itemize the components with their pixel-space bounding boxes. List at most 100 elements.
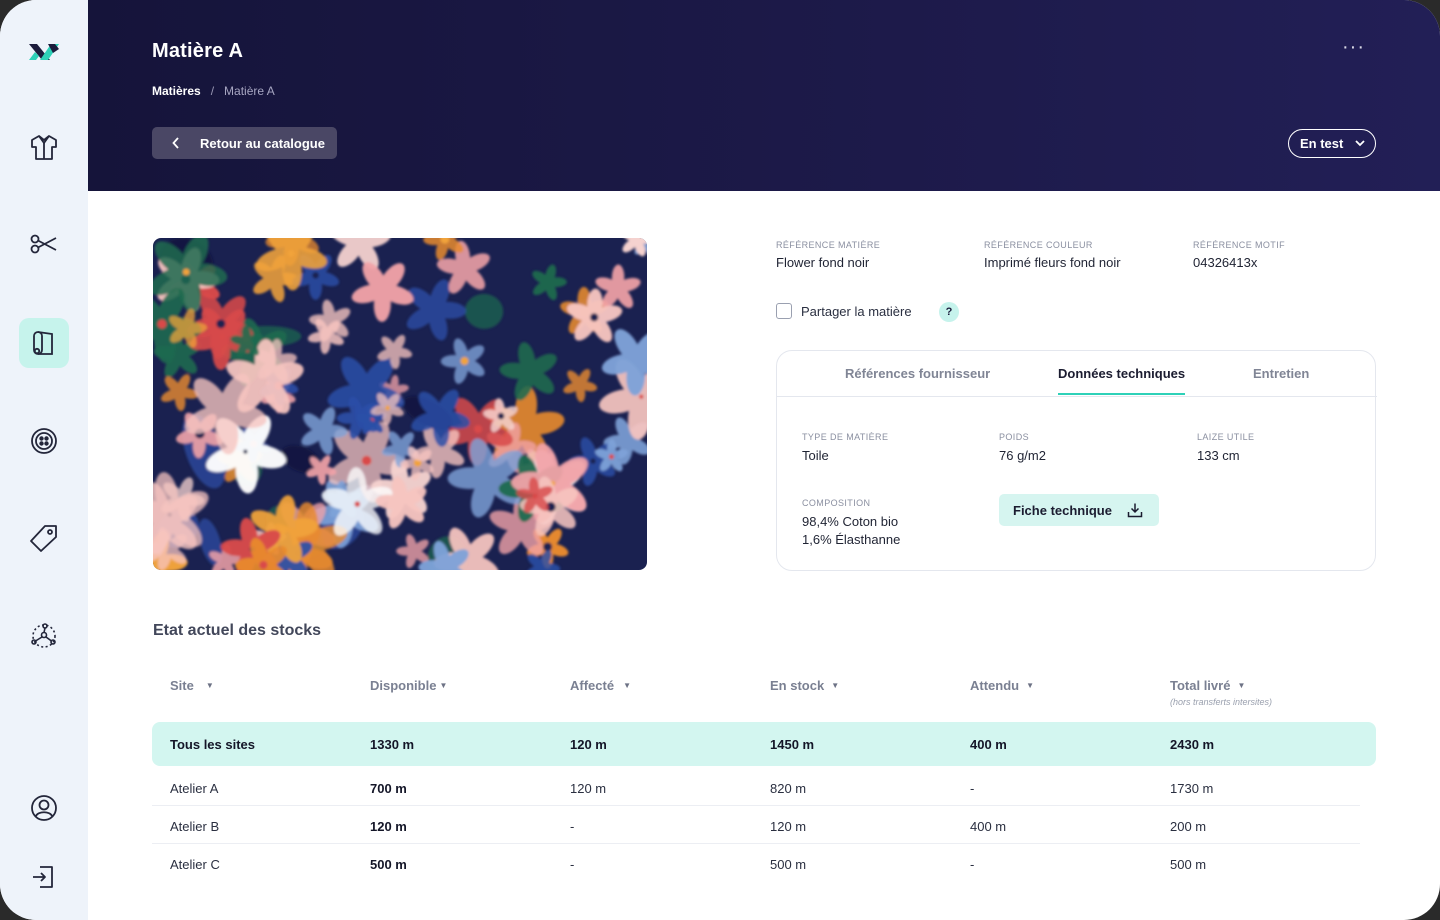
field-material-type-label: Type de matière <box>802 432 889 442</box>
cell-allocated: - <box>570 857 575 872</box>
ref-material: Référence matière Flower fond noir <box>776 240 880 270</box>
ref-color-label: Référence couleur <box>984 240 1093 250</box>
cell-site: Atelier C <box>170 857 220 872</box>
column-header-total-delivered[interactable]: Total livré ▼ <box>1170 678 1245 693</box>
more-options-icon[interactable]: ··· <box>1342 36 1365 59</box>
column-header-available[interactable]: Disponible ▼ <box>370 678 447 693</box>
cell-in-stock: 120 m <box>770 819 807 834</box>
breadcrumb-current: Matière A <box>224 84 275 98</box>
chevron-down-icon <box>1355 140 1365 147</box>
sidebar-item-logout[interactable] <box>19 852 69 902</box>
column-header-expected[interactable]: Attendu ▼ <box>970 678 1034 693</box>
field-weight-label: Poids <box>999 432 1030 442</box>
column-header-label: Affecté <box>570 678 615 693</box>
column-header-label: En stock <box>770 678 825 693</box>
field-material-type: Type de matière Toile <box>802 432 888 465</box>
field-material-type-value: Toile <box>802 448 829 463</box>
sidebar-item-garments[interactable] <box>19 122 69 172</box>
field-usable-width: Laize utile 133 cm <box>1197 432 1254 465</box>
chevron-left-icon <box>172 137 179 149</box>
floral-pattern-image <box>153 238 647 570</box>
breadcrumb-root[interactable]: Matières <box>152 84 201 98</box>
cell-total-delivered: 500 m <box>1170 857 1207 872</box>
page-title: Matière A <box>152 40 244 62</box>
field-weight: Poids 76 g/m2 <box>999 432 1046 465</box>
column-header-label: Disponible <box>370 678 437 693</box>
tag-icon <box>30 525 57 552</box>
cell-allocated: 120 m <box>570 781 607 796</box>
stocks-section-title: Etat actuel des stocks <box>153 622 322 639</box>
scissors-icon <box>30 234 57 254</box>
cell-site: Tous les sites <box>170 737 256 752</box>
cell-total-delivered: 1730 m <box>1170 781 1214 796</box>
share-label: Partager la matière <box>801 303 912 319</box>
cell-total-delivered: 2430 m <box>1170 737 1215 752</box>
share-checkbox[interactable] <box>776 303 792 319</box>
field-composition-value: 98,4% Coton bio 1,6% Élasthanne <box>802 513 900 549</box>
tab-care[interactable]: Entretien <box>1253 366 1309 381</box>
status-label: En test <box>1300 136 1344 151</box>
page-header: Matière A ··· Matières / Matière A Retou… <box>88 0 1440 191</box>
status-dropdown[interactable]: En test <box>1288 129 1376 158</box>
breadcrumb-separator: / <box>210 84 215 98</box>
button-icon <box>31 428 57 454</box>
cell-site: Atelier A <box>170 781 219 796</box>
column-note: (hors transferts intersites) <box>1170 697 1273 707</box>
cell-available: 500 m <box>370 857 407 872</box>
cell-expected: - <box>970 857 975 872</box>
composition-line: 98,4% Coton bio <box>802 514 899 529</box>
help-icon[interactable]: ? <box>939 302 959 322</box>
sidebar-item-cutting[interactable] <box>19 219 69 269</box>
sidebar-item-trims[interactable] <box>19 416 69 466</box>
app-window: Matière A ··· Matières / Matière A Retou… <box>0 0 1440 920</box>
field-weight-value: 76 g/m2 <box>999 448 1046 463</box>
ref-material-value: Flower fond noir <box>776 255 870 270</box>
tab-bar: Références fournisseur Données technique… <box>777 351 1377 397</box>
cell-in-stock: 820 m <box>770 781 807 796</box>
tab-supplier-references[interactable]: Références fournisseur <box>845 366 990 381</box>
cell-in-stock: 500 m <box>770 857 807 872</box>
back-to-catalog-button[interactable]: Retour au catalogue <box>152 127 337 159</box>
field-composition: Composition 98,4% Coton bio 1,6% Élastha… <box>802 498 900 549</box>
sidebar-item-network[interactable] <box>19 611 69 661</box>
ref-color-value: Imprimé fleurs fond noir <box>984 255 1121 270</box>
network-icon <box>31 623 56 648</box>
sort-caret-icon: ▼ <box>205 681 214 690</box>
cell-available: 120 m <box>370 819 407 834</box>
download-icon <box>1127 503 1143 518</box>
logo[interactable] <box>26 38 62 66</box>
sort-caret-icon: ▼ <box>1237 681 1246 690</box>
field-usable-width-value: 133 cm <box>1197 448 1240 463</box>
cell-allocated: - <box>570 819 575 834</box>
ref-pattern: Référence motif 04326413x <box>1193 240 1285 270</box>
cell-site: Atelier B <box>170 819 220 834</box>
sidebar-item-labels[interactable] <box>19 513 69 563</box>
ref-pattern-value: 04326413x <box>1193 255 1258 270</box>
ref-pattern-label: Référence motif <box>1193 240 1286 250</box>
sort-caret-icon: ▼ <box>439 681 448 690</box>
cell-expected: 400 m <box>970 819 1007 834</box>
fabric-roll-icon <box>33 331 53 355</box>
sidebar <box>0 0 88 920</box>
cell-in-stock: 1450 m <box>770 737 815 752</box>
column-header-label: Total livré <box>1170 678 1231 693</box>
field-usable-width-label: Laize utile <box>1197 432 1255 442</box>
share-material-option[interactable]: Partager la matière <box>776 303 912 319</box>
cell-expected: - <box>970 781 975 796</box>
cell-available: 1330 m <box>370 737 415 752</box>
column-header-site[interactable]: Site ▼ <box>170 678 214 693</box>
sidebar-item-account[interactable] <box>19 783 69 833</box>
cell-total-delivered: 200 m <box>1170 819 1207 834</box>
back-button-label: Retour au catalogue <box>200 135 325 151</box>
column-header-allocated[interactable]: Affecté ▼ <box>570 678 631 693</box>
material-details-card: Références fournisseur Données technique… <box>776 350 1377 571</box>
user-icon <box>31 795 57 821</box>
sidebar-item-materials[interactable] <box>19 318 69 368</box>
cell-expected: 400 m <box>970 737 1007 752</box>
logout-icon <box>33 866 53 888</box>
technical-sheet-download-button[interactable]: Fiche technique <box>999 494 1159 526</box>
tab-technical-data[interactable]: Données techniques <box>1058 366 1186 395</box>
row-divider <box>152 843 1360 844</box>
ref-material-label: Référence matière <box>776 240 881 250</box>
column-header-in-stock[interactable]: En stock ▼ <box>770 678 839 693</box>
